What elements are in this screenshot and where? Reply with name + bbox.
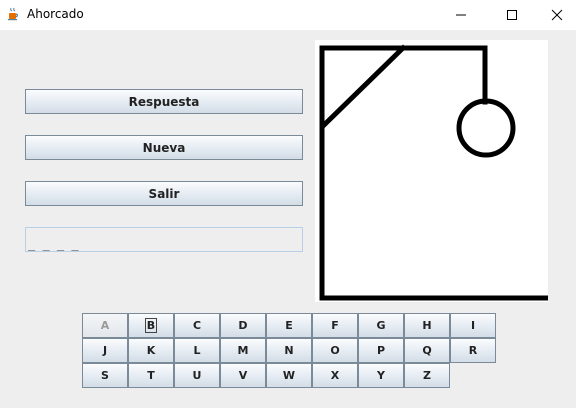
letter-key-label: T (147, 369, 155, 382)
maximize-button[interactable] (489, 0, 535, 30)
letter-key-label: R (468, 344, 478, 357)
letter-key-s[interactable]: S (82, 363, 128, 388)
close-icon (551, 9, 563, 21)
word-display: _ _ _ _ (25, 227, 303, 252)
letter-key-u[interactable]: U (174, 363, 220, 388)
letter-key-label: N (284, 344, 294, 357)
letter-keyboard: A B C D E F G H I J K L M N O P Q R S T U V W X Y Z (82, 313, 496, 389)
letter-key-z[interactable]: Z (404, 363, 450, 388)
letter-key-r[interactable]: R (450, 338, 496, 363)
exit-button[interactable]: Salir (25, 181, 303, 206)
letter-key-q[interactable]: Q (404, 338, 450, 363)
new-game-button[interactable]: Nueva (25, 135, 303, 160)
title-bar: Ahorcado (0, 0, 576, 30)
hangman-head (456, 98, 516, 158)
letter-key-label: L (193, 344, 201, 357)
letter-key-label: U (192, 369, 202, 382)
letter-key-label: B (144, 318, 158, 333)
gallows (319, 44, 551, 301)
letter-key-label: H (422, 319, 432, 332)
minimize-button[interactable] (438, 0, 484, 30)
letter-key-j[interactable]: J (82, 338, 128, 363)
letter-key-g[interactable]: G (358, 313, 404, 338)
letter-key-v[interactable]: V (220, 363, 266, 388)
letter-key-label: K (146, 344, 156, 357)
letter-key-n[interactable]: N (266, 338, 312, 363)
letter-key-y[interactable]: Y (358, 363, 404, 388)
letter-key-label: V (238, 369, 248, 382)
letter-key-label: Q (422, 344, 432, 357)
letter-key-m[interactable]: M (220, 338, 266, 363)
letter-key-k[interactable]: K (128, 338, 174, 363)
letter-key-label: G (376, 319, 386, 332)
letter-key-o[interactable]: O (312, 338, 358, 363)
letter-key-label: Z (423, 369, 431, 382)
close-button[interactable] (534, 0, 576, 30)
window-title: Ahorcado (27, 7, 84, 21)
java-cup-icon (8, 7, 19, 21)
letter-key-label: E (285, 319, 293, 332)
letter-key-label: A (100, 319, 110, 332)
gallows-brace (319, 44, 407, 130)
letter-key-e[interactable]: E (266, 313, 312, 338)
letter-key-label: F (331, 319, 339, 332)
letter-key-b[interactable]: B (128, 313, 174, 338)
letter-key-c[interactable]: C (174, 313, 220, 338)
letter-key-t[interactable]: T (128, 363, 174, 388)
letter-key-a[interactable]: A (82, 313, 128, 338)
letter-key-label: X (330, 369, 340, 382)
letter-key-label: W (282, 369, 296, 382)
letter-key-h[interactable]: H (404, 313, 450, 338)
hangman-drawing (319, 44, 551, 301)
letter-key-label: P (376, 344, 386, 357)
letter-key-label: O (330, 344, 340, 357)
letter-key-x[interactable]: X (312, 363, 358, 388)
letter-key-label: D (238, 319, 248, 332)
letter-key-p[interactable]: P (358, 338, 404, 363)
letter-key-i[interactable]: I (450, 313, 496, 338)
letter-key-label: M (237, 344, 249, 357)
letter-key-label: S (101, 369, 109, 382)
answer-button[interactable]: Respuesta (25, 89, 303, 114)
letter-key-w[interactable]: W (266, 363, 312, 388)
letter-key-label: Y (377, 369, 385, 382)
minimize-icon (456, 14, 466, 16)
maximize-icon (507, 10, 517, 20)
letter-key-d[interactable]: D (220, 313, 266, 338)
letter-key-l[interactable]: L (174, 338, 220, 363)
letter-key-label: C (192, 319, 202, 332)
letter-key-label: J (102, 344, 108, 357)
letter-key-label: I (470, 319, 476, 332)
letter-key-f[interactable]: F (312, 313, 358, 338)
hangman-canvas (315, 40, 551, 302)
